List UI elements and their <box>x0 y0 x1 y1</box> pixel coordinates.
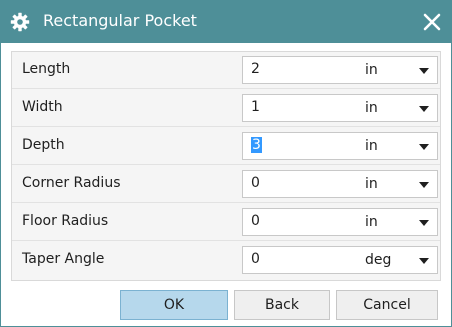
title-bar[interactable]: Rectangular Pocket <box>1 1 451 43</box>
floor-radius-unit-select[interactable]: in <box>365 214 378 230</box>
floor-radius-value[interactable]: 0 <box>251 213 260 229</box>
taper-angle-label: Taper Angle <box>22 251 105 267</box>
param-row-width: Width 1 in <box>12 90 440 127</box>
width-label: Width <box>22 99 63 115</box>
param-row-floor-radius: Floor Radius 0 in <box>12 204 440 241</box>
chevron-down-icon[interactable] <box>419 220 429 226</box>
rectangular-pocket-dialog: Rectangular Pocket Length 2 in Width 1 i… <box>0 0 452 327</box>
taper-angle-value[interactable]: 0 <box>251 251 260 267</box>
parameters-panel: Length 2 in Width 1 in Depth 3 in Corner… <box>11 51 441 281</box>
length-value[interactable]: 2 <box>251 61 260 77</box>
depth-unit-select[interactable]: in <box>365 138 378 154</box>
back-button[interactable]: Back <box>234 290 330 320</box>
gear-icon <box>10 12 30 32</box>
cancel-button[interactable]: Cancel <box>336 290 438 320</box>
chevron-down-icon[interactable] <box>419 182 429 188</box>
taper-angle-unit-select[interactable]: deg <box>365 252 391 268</box>
corner-radius-label: Corner Radius <box>22 175 121 191</box>
corner-radius-unit-select[interactable]: in <box>365 176 378 192</box>
chevron-down-icon[interactable] <box>419 68 429 74</box>
chevron-down-icon[interactable] <box>419 106 429 112</box>
param-row-taper-angle: Taper Angle 0 deg <box>12 242 440 278</box>
width-unit-select[interactable]: in <box>365 100 378 116</box>
corner-radius-field[interactable]: 0 in <box>242 170 438 198</box>
depth-value[interactable]: 3 <box>251 137 262 153</box>
width-value[interactable]: 1 <box>251 99 260 115</box>
corner-radius-value[interactable]: 0 <box>251 175 260 191</box>
width-field[interactable]: 1 in <box>242 94 438 122</box>
param-row-corner-radius: Corner Radius 0 in <box>12 166 440 203</box>
ok-button[interactable]: OK <box>120 290 228 320</box>
param-row-length: Length 2 in <box>12 52 440 89</box>
floor-radius-field[interactable]: 0 in <box>242 208 438 236</box>
taper-angle-field[interactable]: 0 deg <box>242 246 438 274</box>
length-unit-select[interactable]: in <box>365 62 378 78</box>
chevron-down-icon[interactable] <box>419 258 429 264</box>
length-field[interactable]: 2 in <box>242 56 438 84</box>
chevron-down-icon[interactable] <box>419 144 429 150</box>
param-row-depth: Depth 3 in <box>12 128 440 165</box>
depth-field[interactable]: 3 in <box>242 132 438 160</box>
close-icon[interactable] <box>419 9 445 35</box>
depth-label: Depth <box>22 137 65 153</box>
dialog-title: Rectangular Pocket <box>43 11 197 30</box>
floor-radius-label: Floor Radius <box>22 213 109 229</box>
length-label: Length <box>22 61 71 77</box>
